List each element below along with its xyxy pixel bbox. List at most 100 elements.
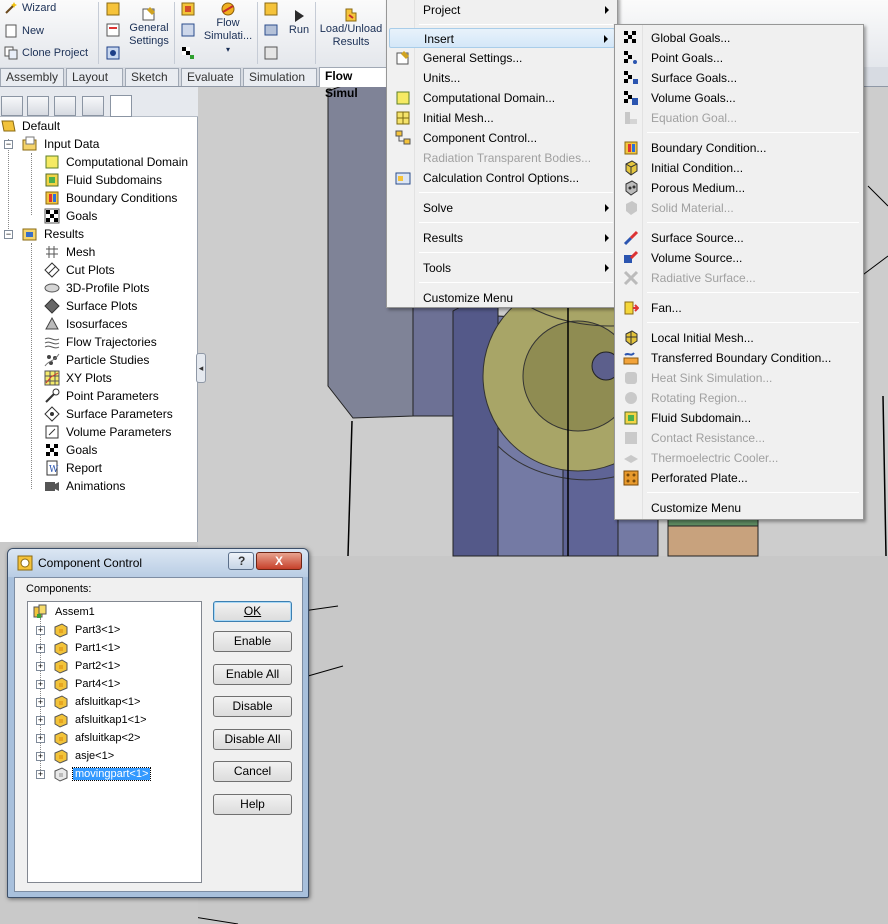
list-item-part[interactable]: + Part4<1> <box>36 675 122 693</box>
tree-input-data[interactable]: Input Data <box>22 135 99 153</box>
list-item-part[interactable]: + afsluitkap<2> <box>36 729 142 747</box>
enable-all-button[interactable]: Enable All <box>213 664 292 685</box>
close-button[interactable]: X <box>256 552 302 570</box>
menu-item-porous-medium[interactable]: Porous Medium... <box>617 178 861 198</box>
tree-item-label: Computational Domain <box>66 155 189 169</box>
help-button[interactable]: Help <box>213 794 292 815</box>
list-item-part[interactable]: + Part3<1> <box>36 621 122 639</box>
menu-item-transferred-boundary-condition[interactable]: Transferred Boundary Condition... <box>617 348 861 368</box>
tree-goals[interactable]: Goals <box>44 207 97 225</box>
expand-toggle[interactable]: + <box>36 661 45 671</box>
property-manager-tab[interactable] <box>27 96 49 116</box>
wizard-button[interactable]: Wizard <box>4 1 56 15</box>
tree-cut-plots[interactable]: Cut Plots <box>44 261 115 279</box>
tab-sketch[interactable]: Sketch <box>125 68 179 86</box>
tree-particle-studies[interactable]: Particle Studies <box>44 351 149 369</box>
menu-item-initial-condition[interactable]: Initial Condition... <box>617 158 861 178</box>
list-item-part[interactable]: + Part2<1> <box>36 657 122 675</box>
components-tree-list[interactable]: Assem1 + Part3<1> + Part1<1> + Part2<1> … <box>27 601 202 883</box>
list-item-part[interactable]: + afsluitkap<1> <box>36 693 142 711</box>
list-item-assem1[interactable]: Assem1 <box>32 603 97 621</box>
menu-item-boundary-condition[interactable]: Boundary Condition... <box>617 138 861 158</box>
list-item-part[interactable]: + Part1<1> <box>36 639 122 657</box>
menu-item-solve[interactable]: Solve <box>389 198 615 218</box>
clone-project-button[interactable]: Clone Project <box>4 46 88 60</box>
tree-isosurfaces[interactable]: Isosurfaces <box>44 315 127 333</box>
display-manager-tab[interactable] <box>82 96 104 116</box>
menu-item-fluid-subdomain[interactable]: Fluid Subdomain... <box>617 408 861 428</box>
flow-simulation-button[interactable]: Flow Simulati... ▾ <box>202 1 254 56</box>
enable-button[interactable]: Enable <box>213 631 292 652</box>
menu-item-customize-menu[interactable]: Customize Menu <box>389 288 615 308</box>
tab-simulation[interactable]: Simulation <box>243 68 317 86</box>
general-settings-button[interactable]: General Settings <box>128 6 170 48</box>
disable-button[interactable]: Disable <box>213 696 292 717</box>
disable-all-button[interactable]: Disable All <box>213 729 292 750</box>
cancel-button[interactable]: Cancel <box>213 761 292 782</box>
expand-toggle[interactable]: + <box>36 769 45 779</box>
tree-boundary-conditions[interactable]: Boundary Conditions <box>44 189 177 207</box>
expand-toggle[interactable]: + <box>36 679 45 689</box>
tree-mesh[interactable]: Mesh <box>44 243 95 261</box>
menu-item-local-initial-mesh[interactable]: Local Initial Mesh... <box>617 328 861 348</box>
expand-toggle[interactable]: + <box>36 751 45 761</box>
tree-volume-parameters[interactable]: Volume Parameters <box>44 423 171 441</box>
expand-toggle[interactable]: + <box>36 733 45 743</box>
tab-assembly[interactable]: Assembly <box>0 68 64 86</box>
expand-toggle[interactable]: + <box>36 643 45 653</box>
menu-item-project[interactable]: Project <box>389 0 615 20</box>
expand-toggle[interactable]: + <box>36 625 45 635</box>
menu-item-tools[interactable]: Tools <box>389 258 615 278</box>
list-item-part-selected[interactable]: + movingpart<1> <box>36 765 152 783</box>
tree-xy-plots[interactable]: XY Plots <box>44 369 112 387</box>
tree-flow-trajectories[interactable]: Flow Trajectories <box>44 333 157 351</box>
tab-evaluate[interactable]: Evaluate <box>181 68 241 86</box>
list-item-part[interactable]: + asje<1> <box>36 747 116 765</box>
menu-item-calculation-control-options[interactable]: Calculation Control Options... <box>389 168 615 188</box>
menu-item-component-control[interactable]: Component Control... <box>389 128 615 148</box>
menu-item-general-settings[interactable]: General Settings... <box>389 48 615 68</box>
tree-fluid-subdomains[interactable]: Fluid Subdomains <box>44 171 162 189</box>
tree-animations[interactable]: Animations <box>44 477 125 495</box>
dialog-title-bar[interactable]: Component Control ? X <box>8 549 308 577</box>
tree-root-default[interactable]: Default <box>0 117 60 135</box>
help-title-button[interactable]: ? <box>228 552 254 570</box>
tree-results-goals[interactable]: Goals <box>44 441 97 459</box>
tab-layout[interactable]: Layout <box>66 68 123 86</box>
tree-surface-plots[interactable]: Surface Plots <box>44 297 137 315</box>
menu-item-initial-mesh[interactable]: Initial Mesh... <box>389 108 615 128</box>
feature-tree-tab[interactable] <box>1 96 23 116</box>
list-item-part[interactable]: + afsluitkap1<1> <box>36 711 149 729</box>
menu-item-surface-goals[interactable]: Surface Goals... <box>617 68 861 88</box>
panel-collapse-handle[interactable]: ◂ <box>196 353 206 383</box>
menu-item-surface-source[interactable]: Surface Source... <box>617 228 861 248</box>
menu-item-fan[interactable]: Fan... <box>617 298 861 318</box>
menu-item-computational-domain[interactable]: Computational Domain... <box>389 88 615 108</box>
collapse-toggle[interactable]: − <box>4 230 13 239</box>
expand-toggle[interactable]: + <box>36 697 45 707</box>
configuration-manager-tab[interactable] <box>54 96 76 116</box>
tree-surface-parameters[interactable]: Surface Parameters <box>44 405 173 423</box>
menu-item-insert[interactable]: Insert <box>389 28 615 48</box>
menu-item-results[interactable]: Results <box>389 228 615 248</box>
tree-3d-profile-plots[interactable]: 3D-Profile Plots <box>44 279 149 297</box>
expand-toggle[interactable]: + <box>36 715 45 725</box>
menu-item-units[interactable]: Units... <box>389 68 615 88</box>
new-project-button[interactable]: New <box>4 24 44 38</box>
tree-results[interactable]: Results <box>22 225 84 243</box>
run-button[interactable]: Run <box>286 8 312 37</box>
menu-item-customize-menu[interactable]: Customize Menu <box>617 498 861 518</box>
menu-item-point-goals[interactable]: Point Goals... <box>617 48 861 68</box>
tree-report[interactable]: W Report <box>44 459 102 477</box>
menu-item-perforated-plate[interactable]: Perforated Plate... <box>617 468 861 488</box>
load-unload-results-button[interactable]: Load/Unload Results <box>318 7 384 49</box>
menu-item-volume-source[interactable]: Volume Source... <box>617 248 861 268</box>
tree-point-parameters[interactable]: Point Parameters <box>44 387 159 405</box>
menu-item-volume-goals[interactable]: Volume Goals... <box>617 88 861 108</box>
ok-button[interactable]: OK <box>213 601 292 622</box>
menu-item-global-goals[interactable]: Global Goals... <box>617 28 861 48</box>
flow-analysis-tree-tab[interactable] <box>110 95 132 117</box>
collapse-toggle[interactable]: − <box>4 140 13 149</box>
tree-computational-domain[interactable]: Computational Domain <box>44 153 188 171</box>
tab-flow-simulation[interactable]: Flow Simul <box>319 67 389 100</box>
